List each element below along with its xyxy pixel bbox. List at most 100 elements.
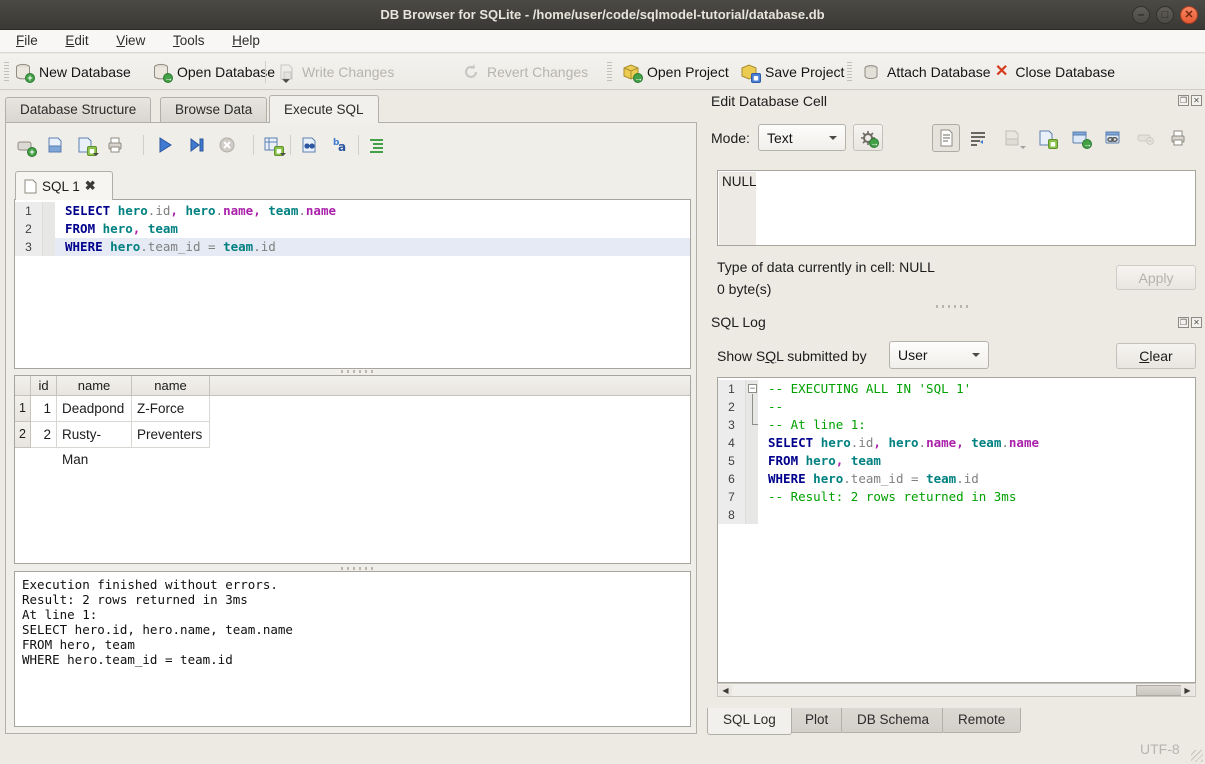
auto-complete-icon[interactable]: ba	[332, 136, 350, 154]
sql-log-view[interactable]: 1-- EXECUTING ALL IN 'SQL 1' 2-- 3-- At …	[717, 377, 1196, 683]
save-project-label: Save Project	[765, 64, 844, 80]
tab-db-schema[interactable]: DB Schema	[841, 708, 945, 733]
open-database-button[interactable]: → Open Database	[152, 58, 290, 86]
table-row[interactable]: 1 1 Deadpond Z-Force	[15, 396, 690, 422]
menu-tools[interactable]: Tools	[161, 30, 217, 52]
execute-line-icon[interactable]	[188, 136, 206, 154]
attach-database-icon	[862, 63, 880, 81]
close-panel-icon[interactable]: ✕	[1191, 95, 1202, 106]
scrollbar-thumb[interactable]	[1136, 685, 1182, 696]
sql-editor-tab[interactable]: SQL 1 ✖	[15, 171, 113, 200]
open-in-external-icon[interactable]: →	[1071, 129, 1089, 147]
toolbar-drag-handle2[interactable]	[607, 62, 612, 82]
open-database-icon: →	[152, 63, 170, 81]
open-project-label: Open Project	[647, 64, 729, 80]
find-icon[interactable]	[300, 136, 318, 154]
scroll-right-icon[interactable]: ▶	[1181, 685, 1194, 696]
column-header-name[interactable]: name	[57, 376, 132, 395]
export-cell-data-icon[interactable]: ■	[1037, 129, 1055, 147]
encoding-status: UTF-8	[1140, 741, 1180, 757]
menu-edit[interactable]: Edit	[53, 30, 100, 52]
attach-database-button[interactable]: Attach Database	[862, 58, 991, 86]
sql-file-icon	[24, 179, 37, 194]
scroll-left-icon[interactable]: ◀	[719, 685, 732, 696]
toolbar-separator	[265, 61, 266, 83]
print-cell-icon[interactable]	[1169, 129, 1187, 147]
splitter-handle[interactable]	[341, 370, 375, 373]
menu-view[interactable]: View	[104, 30, 157, 52]
save-project-button[interactable]: ■ Save Project	[740, 58, 844, 86]
write-changes-icon	[277, 63, 295, 81]
revert-changes-button: Revert Changes	[462, 58, 588, 86]
menu-help[interactable]: Help	[220, 30, 272, 52]
log-filter-label: Show SQL submitted by	[717, 348, 867, 364]
fold-marker-icon[interactable]: −	[748, 384, 757, 393]
tab-execute-sql[interactable]: Execute SQL	[269, 95, 379, 123]
splitter-handle2[interactable]	[341, 567, 375, 570]
new-database-button[interactable]: + New Database	[14, 58, 131, 86]
close-database-icon: ✕	[995, 63, 1008, 81]
edit-cell-title: Edit Database Cell	[711, 93, 827, 109]
execute-all-icon[interactable]	[156, 136, 174, 154]
link-icon[interactable]	[1104, 129, 1122, 147]
minimize-button[interactable]: –	[1132, 6, 1150, 24]
save-project-icon: ■	[740, 63, 758, 81]
open-sql-file-icon[interactable]	[46, 136, 64, 154]
svg-text:a: a	[338, 140, 346, 154]
attach-database-label: Attach Database	[887, 64, 991, 80]
table-row[interactable]: 2 2 Rusty-Man Preventers	[15, 422, 690, 448]
open-project-icon: →	[622, 63, 640, 81]
column-header-name2[interactable]: name	[132, 376, 210, 395]
toolbar-drag-handle[interactable]	[4, 62, 9, 82]
window-title: DB Browser for SQLite - /home/user/code/…	[0, 0, 1205, 30]
clear-log-button[interactable]: Clear	[1116, 343, 1196, 369]
resize-grip[interactable]	[1191, 750, 1203, 762]
log-horizontal-scrollbar[interactable]: ◀ ▶	[717, 683, 1196, 697]
mode-combobox[interactable]: Text	[758, 124, 846, 151]
text-document-icon[interactable]	[937, 129, 955, 147]
menu-file[interactable]: File	[4, 30, 50, 52]
execute-sql-pane: + ■ ■ ba SQL 1 ✖ 1 SELECT hero	[5, 122, 697, 734]
new-sql-tab-icon[interactable]: +	[16, 137, 34, 155]
close-database-button[interactable]: ✕ Close Database	[995, 58, 1115, 86]
float-log-panel-icon[interactable]: ❐	[1178, 317, 1189, 328]
maximize-button[interactable]: □	[1156, 6, 1174, 24]
toolbar-drag-handle3[interactable]	[847, 62, 852, 82]
title-bar: DB Browser for SQLite - /home/user/code/…	[0, 0, 1205, 30]
sql-tab-close-icon[interactable]: ✖	[85, 178, 96, 194]
close-button[interactable]: ✕	[1180, 6, 1198, 24]
mode-label: Mode:	[711, 130, 750, 146]
float-panel-icon[interactable]: ❐	[1178, 95, 1189, 106]
main-toolbar: + New Database → Open Database Write Cha…	[0, 54, 1205, 90]
tab-browse-data[interactable]: Browse Data	[160, 97, 267, 122]
column-header-id[interactable]: id	[31, 376, 57, 395]
tab-plot[interactable]: Plot	[789, 708, 844, 733]
log-filter-value: User	[898, 347, 928, 363]
editor-line-current: 3 WHERE hero.team_id = team.id	[15, 238, 690, 256]
revert-changes-icon	[462, 63, 480, 81]
log-filter-combobox[interactable]: User	[889, 341, 989, 369]
right-splitter-handle[interactable]	[936, 305, 970, 308]
print-sql-icon[interactable]	[106, 136, 124, 154]
results-table[interactable]: id name name 1 1 Deadpond Z-Force 2 2 Ru…	[14, 375, 691, 564]
new-database-icon: +	[14, 63, 32, 81]
cell-editor[interactable]: NULL	[717, 170, 1196, 246]
open-project-button[interactable]: → Open Project	[622, 58, 729, 86]
revert-changes-label: Revert Changes	[487, 64, 588, 80]
tab-sql-log[interactable]: SQL Log	[707, 708, 792, 735]
mode-value: Text	[767, 130, 793, 146]
cell-size-info: 0 byte(s)	[717, 281, 771, 297]
results-header-row: id name name	[15, 376, 690, 396]
save-results-icon[interactable]: ■	[263, 136, 281, 154]
save-sql-file-icon[interactable]: ■	[76, 136, 94, 154]
write-changes-label: Write Changes	[302, 64, 394, 80]
tab-database-structure[interactable]: Database Structure	[5, 97, 151, 122]
apply-button: Apply	[1116, 265, 1196, 290]
tab-remote[interactable]: Remote	[942, 708, 1021, 733]
cell-type-info: Type of data currently in cell: NULL	[717, 259, 935, 275]
format-sql-icon[interactable]	[368, 136, 386, 154]
apply-format-button[interactable]: →	[853, 124, 883, 151]
close-log-panel-icon[interactable]: ✕	[1191, 317, 1202, 328]
word-wrap-icon[interactable]	[969, 129, 987, 147]
sql-editor[interactable]: 1 SELECT hero.id, hero.name, team.name 2…	[14, 199, 691, 369]
